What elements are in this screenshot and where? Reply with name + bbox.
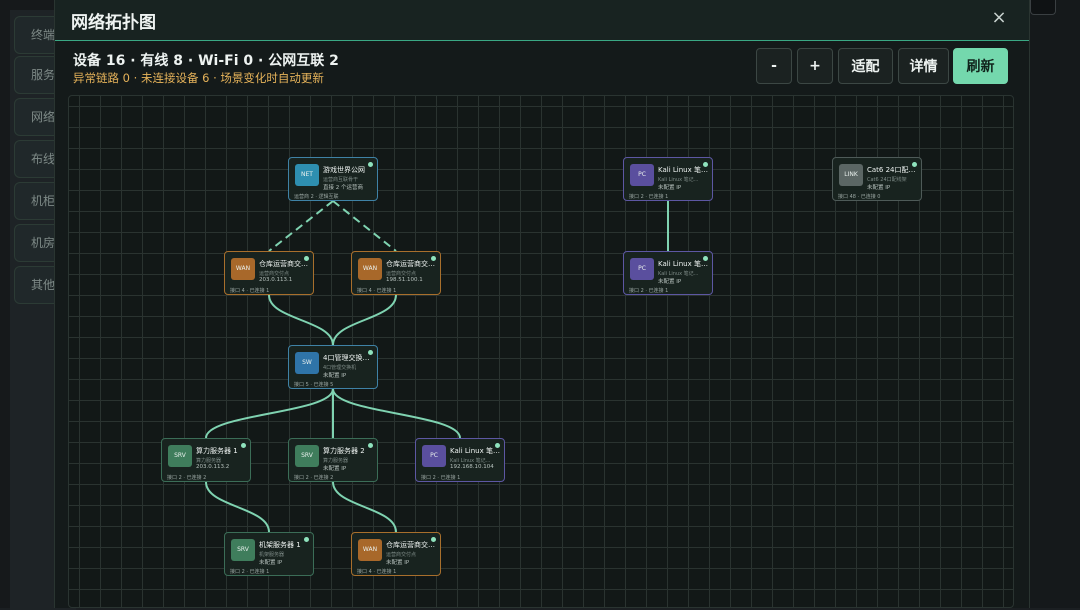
node-address: 未配置 IP bbox=[658, 279, 682, 285]
srv-device-icon: SRV bbox=[168, 445, 192, 467]
topology-node-pc2[interactable]: PC Kali Linux 笔记本... Kali Linux 笔记... 未配置 I… bbox=[623, 251, 713, 295]
node-model: 算力服务器 bbox=[323, 458, 349, 464]
topology-canvas[interactable]: NET 游戏世界公网 运营商互联骨干 直接 2 个运营商运营商 2 · 逻辑互联 WAN… bbox=[68, 95, 1014, 608]
pc-device-icon: PC bbox=[630, 258, 654, 280]
node-address: 未配置 IP bbox=[658, 185, 682, 191]
link-srv1-rack bbox=[205, 481, 270, 533]
node-model: 运营商交付点 bbox=[259, 271, 290, 277]
node-model: 算力服务器 bbox=[196, 458, 222, 464]
node-model: 运营商互联骨干 bbox=[323, 177, 359, 183]
node-model: Kali Linux 笔记... bbox=[450, 458, 491, 464]
wan-device-icon: WAN bbox=[231, 258, 255, 280]
srv-device-icon: SRV bbox=[295, 445, 319, 467]
wan-device-icon: WAN bbox=[358, 539, 382, 561]
link-srv2-wan3 bbox=[332, 481, 397, 533]
node-address: 未配置 IP bbox=[323, 373, 347, 379]
node-model: 运营商交付点 bbox=[386, 552, 417, 558]
modal-header: 网络拓扑图 × bbox=[55, 0, 1029, 41]
background-right-panel bbox=[1028, 0, 1080, 608]
node-name: 仓库运营商交付点 3 bbox=[386, 541, 438, 549]
node-ports: 接口 2 · 已连接 1 bbox=[629, 288, 669, 294]
node-model: 机架服务器 bbox=[259, 552, 285, 558]
topology-node-srv2[interactable]: SRV 算力服务器 2 算力服务器未配置 IP 接口 2 · 已连接 2 bbox=[288, 438, 378, 482]
topology-modal: 网络拓扑图 × 设备 16 · 有线 8 · Wi-Fi 0 · 公网互联 2 … bbox=[54, 0, 1030, 608]
node-name: 4口管理交换机 2 bbox=[323, 354, 375, 362]
node-name: 算力服务器 2 bbox=[323, 447, 365, 455]
node-name: Kali Linux 笔记本... bbox=[658, 260, 710, 268]
node-ports: 接口 2 · 已连接 2 bbox=[294, 475, 334, 481]
node-ports: 接口 4 · 已连接 1 bbox=[230, 288, 270, 294]
node-model: 运营商交付点 bbox=[386, 271, 417, 277]
link-device-icon: LINK bbox=[839, 164, 863, 186]
node-ports: 接口 2 · 已连接 2 bbox=[167, 475, 207, 481]
fit-button[interactable]: 适配 bbox=[838, 48, 893, 84]
wan-device-icon: WAN bbox=[358, 258, 382, 280]
node-name: 算力服务器 1 bbox=[196, 447, 238, 455]
topology-node-patch[interactable]: LINK Cat6 24口配线架 1 Cat6 24口配线架未配置 IP 接口 48 … bbox=[832, 157, 922, 201]
srv-device-icon: SRV bbox=[231, 539, 255, 561]
modal-title: 网络拓扑图 bbox=[71, 13, 156, 33]
refresh-button[interactable]: 刷新 bbox=[953, 48, 1008, 84]
node-ports: 接口 4 · 已连接 1 bbox=[357, 569, 397, 575]
topology-node-rack[interactable]: SRV 机架服务器 1 机架服务器未配置 IP 接口 2 · 已连接 1 bbox=[224, 532, 314, 576]
node-address: 203.0.113.1 bbox=[259, 277, 293, 283]
node-model: Kali Linux 笔记... bbox=[658, 177, 699, 183]
topology-stats: 设备 16 · 有线 8 · Wi-Fi 0 · 公网互联 2 bbox=[73, 53, 339, 69]
link-net-wan1 bbox=[268, 200, 334, 252]
node-name: Kali Linux 笔记本... bbox=[658, 166, 710, 174]
node-ports: 接口 4 · 已连接 1 bbox=[357, 288, 397, 294]
details-button[interactable]: 详情 bbox=[898, 48, 949, 84]
link-sw-pc3 bbox=[332, 388, 461, 439]
node-ports: 接口 2 · 已连接 1 bbox=[421, 475, 461, 481]
net-device-icon: NET bbox=[295, 164, 319, 186]
node-address: 未配置 IP bbox=[386, 560, 410, 566]
topology-node-sw[interactable]: SW 4口管理交换机 2 4口管理交换机 未配置 IP 接口 5 · 已连接 5 bbox=[288, 345, 378, 389]
node-address: 未配置 IP bbox=[867, 185, 891, 191]
node-name: 仓库运营商交付点 1 bbox=[259, 260, 311, 268]
node-ports: 接口 2 · 已连接 1 bbox=[230, 569, 270, 575]
pc-device-icon: PC bbox=[422, 445, 446, 467]
node-model: 4口管理交换机 bbox=[323, 365, 357, 371]
link-sw-srv1 bbox=[205, 388, 334, 439]
close-icon[interactable]: × bbox=[987, 6, 1011, 30]
sw-device-icon: SW bbox=[295, 352, 319, 374]
topology-node-wan3[interactable]: WAN 仓库运营商交付点 3 运营商交付点未配置 IP 接口 4 · 已连接 1 bbox=[351, 532, 441, 576]
node-address: 203.0.113.2 bbox=[196, 464, 230, 470]
node-name: 仓库运营商交付点 2 bbox=[386, 260, 438, 268]
node-model: Cat6 24口配线架 bbox=[867, 177, 907, 183]
pc-device-icon: PC bbox=[630, 164, 654, 186]
node-name: 机架服务器 1 bbox=[259, 541, 301, 549]
node-ports: 接口 48 · 已连接 0 bbox=[838, 194, 881, 200]
node-address: 192.168.10.104 bbox=[450, 464, 494, 470]
node-ports: 接口 2 · 已连接 1 bbox=[629, 194, 669, 200]
link-wan2-sw bbox=[332, 294, 397, 346]
node-ports: 运营商 2 · 逻辑互联 bbox=[294, 194, 339, 200]
topology-node-srv1[interactable]: SRV 算力服务器 1 算力服务器 203.0.113.2 接口 2 · 已连接 2 bbox=[161, 438, 251, 482]
node-address: 直接 2 个运营商 bbox=[323, 185, 363, 191]
node-model: Kali Linux 笔记... bbox=[658, 271, 699, 277]
topology-node-wan2[interactable]: WAN 仓库运营商交付点 2 运营商交付点198.51.100.1 接口 4 · 已连… bbox=[351, 251, 441, 295]
node-ports: 接口 5 · 已连接 5 bbox=[294, 382, 334, 388]
link-wan1-sw bbox=[268, 294, 334, 346]
node-name: 游戏世界公网 bbox=[323, 166, 365, 174]
background-right-button bbox=[1030, 0, 1056, 15]
topology-node-pc3[interactable]: PC Kali Linux 笔记本... Kali Linux 笔记...192.1… bbox=[415, 438, 505, 482]
node-address: 未配置 IP bbox=[259, 560, 283, 566]
zoom-out-button[interactable]: - bbox=[756, 48, 792, 84]
topology-node-pc1[interactable]: PC Kali Linux 笔记本... Kali Linux 笔记... 未配置 I… bbox=[623, 157, 713, 201]
topology-node-net[interactable]: NET 游戏世界公网 运营商互联骨干 直接 2 个运营商运营商 2 · 逻辑互联 bbox=[288, 157, 378, 201]
topology-warning: 异常链路 0 · 未连接设备 6 · 场景变化时自动更新 bbox=[73, 71, 324, 85]
node-name: Cat6 24口配线架 1 bbox=[867, 166, 919, 174]
node-address: 未配置 IP bbox=[323, 466, 347, 472]
node-address: 198.51.100.1 bbox=[386, 277, 423, 283]
topology-node-wan1[interactable]: WAN 仓库运营商交付点 1 运营商交付点203.0.113.1 接口 4 · 已连接… bbox=[224, 251, 314, 295]
zoom-in-button[interactable]: + bbox=[797, 48, 833, 84]
link-net-wan2 bbox=[332, 200, 397, 252]
node-name: Kali Linux 笔记本... bbox=[450, 447, 502, 455]
